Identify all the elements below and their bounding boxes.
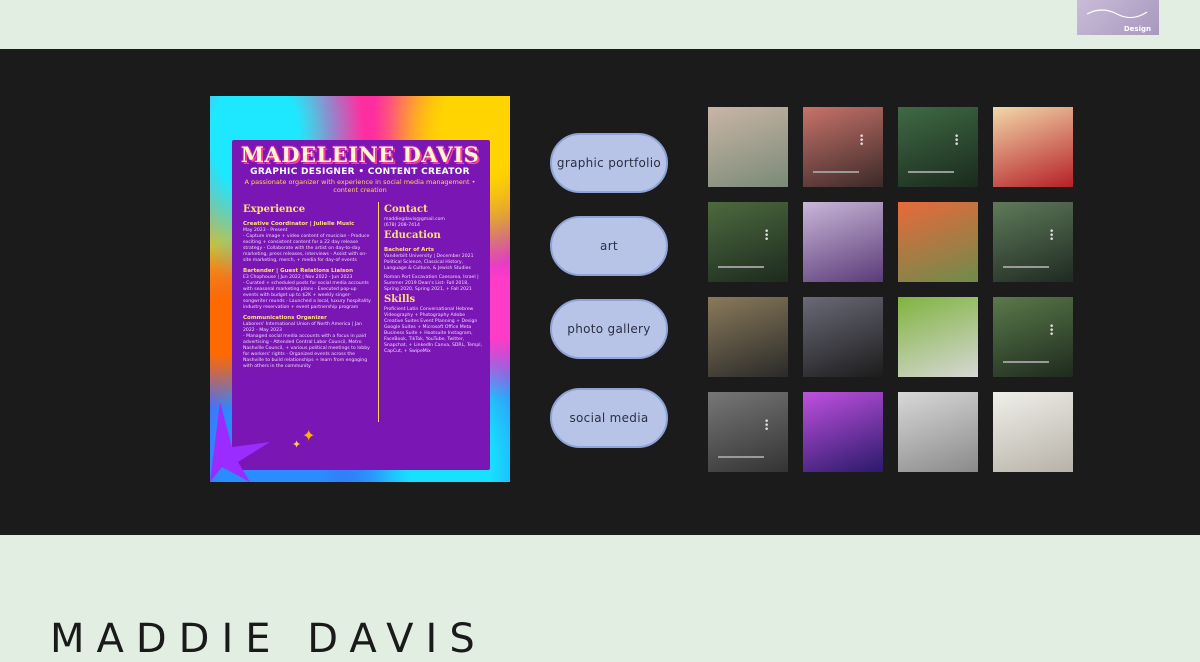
job-notes: - Managed social media accounts with a f… <box>243 334 370 369</box>
job-title: Bartender | Guest Relations Liaison <box>243 268 353 274</box>
more-options-icon[interactable]: • • • <box>764 418 769 435</box>
gallery-thumbnail[interactable] <box>898 392 978 472</box>
video-progress-bar <box>718 266 764 268</box>
resume-right-column: Contact maddiegdavis@gmail.com (678) 208… <box>384 203 484 355</box>
experience-heading: Experience <box>243 204 306 215</box>
video-progress-bar <box>813 171 859 173</box>
more-options-icon[interactable]: • • • <box>859 133 864 150</box>
graphic-portfolio-button[interactable]: graphic portfolio <box>550 133 668 193</box>
gallery-thumbnail[interactable] <box>993 392 1073 472</box>
video-progress-bar <box>908 171 954 173</box>
gallery-thumbnail[interactable] <box>708 297 788 377</box>
more-options-icon[interactable]: • • • <box>954 133 959 150</box>
logo-text: Design <box>1123 25 1151 33</box>
contact-heading: Contact <box>384 204 428 215</box>
gallery-thumbnail[interactable]: • • • <box>803 107 883 187</box>
gallery-thumbnail[interactable]: • • • <box>708 392 788 472</box>
more-options-icon[interactable]: • • • <box>1049 323 1054 340</box>
instagram-gallery: • • • • • • • • • • • • • • • • • • <box>708 107 1073 472</box>
resume-image[interactable]: MADELEINE DAVIS GRAPHIC DESIGNER • CONTE… <box>210 96 510 482</box>
degree: Bachelor of Arts <box>384 247 435 253</box>
gallery-thumbnail[interactable] <box>803 392 883 472</box>
video-progress-bar <box>1003 361 1049 363</box>
more-options-icon[interactable]: • • • <box>1049 228 1054 245</box>
resume-divider <box>378 202 379 422</box>
gallery-thumbnail[interactable] <box>993 107 1073 187</box>
top-bar: Design <box>0 0 1200 49</box>
site-logo[interactable]: Design <box>1077 0 1159 35</box>
gallery-thumbnail[interactable]: • • • <box>898 107 978 187</box>
job-title: Communications Organizer <box>243 315 327 321</box>
star-shape-icon <box>210 402 270 482</box>
art-button[interactable]: art <box>550 216 668 276</box>
resume-name: MADELEINE DAVIS <box>240 142 480 167</box>
education-heading: Education <box>384 230 441 241</box>
gallery-thumbnail[interactable] <box>803 202 883 282</box>
gallery-thumbnail[interactable]: • • • <box>993 297 1073 377</box>
video-progress-bar <box>718 456 764 458</box>
footer-title: MADDIE DAVIS <box>50 616 487 662</box>
gallery-thumbnail[interactable] <box>898 297 978 377</box>
job-notes: - Curated + scheduled posts for social m… <box>243 281 371 310</box>
resume-tagline: A passionate organizer with experience i… <box>244 178 476 194</box>
job-notes: - Capture image + video content of music… <box>243 234 370 263</box>
sparkle-icon: ✦ <box>292 438 302 451</box>
job-title: Creative Coordinator | Julielle Music <box>243 221 355 227</box>
job-dates: Laborers' International Union of North A… <box>243 322 362 333</box>
resume-role: GRAPHIC DESIGNER • CONTENT CREATOR <box>250 167 470 177</box>
skills-heading: Skills <box>384 294 416 305</box>
more-options-icon[interactable]: • • • <box>764 228 769 245</box>
gallery-thumbnail[interactable]: • • • <box>708 202 788 282</box>
sparkle-icon: ✦ <box>302 426 316 445</box>
skills-text: Proficient Latin Conversational Hebrew V… <box>384 307 483 354</box>
education-text: Vanderbilt University | December 2021 Po… <box>384 254 474 271</box>
gallery-thumbnail[interactable]: • • • <box>993 202 1073 282</box>
education-more-text: Roman Port Excavation Caesarea, Israel |… <box>384 275 479 292</box>
photo-gallery-button[interactable]: photo gallery <box>550 299 668 359</box>
resume-left-column: Experience Creative Coordinator | Juliel… <box>243 203 373 370</box>
gallery-thumbnail[interactable] <box>803 297 883 377</box>
video-progress-bar <box>1003 266 1049 268</box>
gallery-thumbnail[interactable] <box>708 107 788 187</box>
gallery-thumbnail[interactable] <box>898 202 978 282</box>
social-media-button[interactable]: social media <box>550 388 668 448</box>
